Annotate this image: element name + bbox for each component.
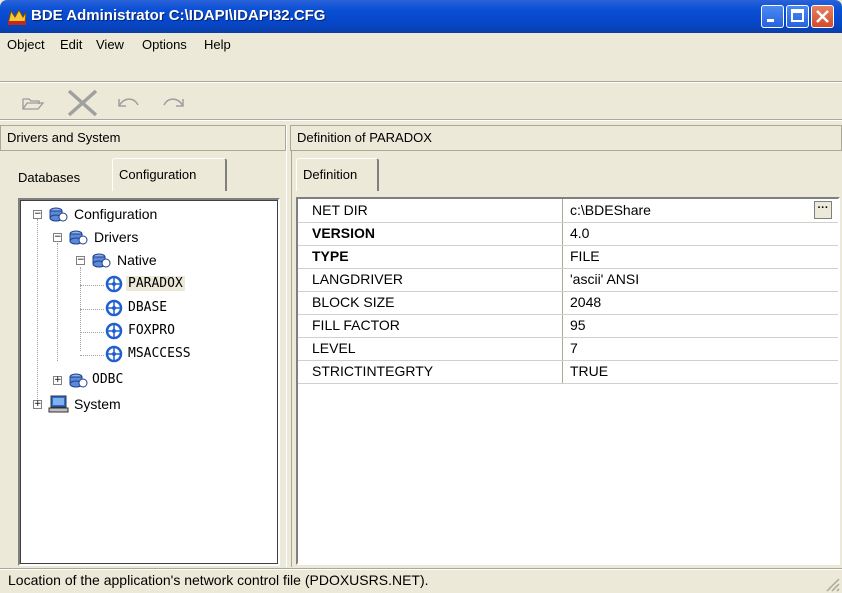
tree-label-paradox: PARADOX — [126, 276, 185, 291]
tree-label-configuration: Configuration — [74, 206, 158, 222]
driver-wheel-icon — [105, 275, 123, 293]
pane-splitter[interactable] — [286, 125, 292, 567]
tree-connector — [57, 243, 58, 361]
definition-grid: NET DIR c:\BDEShare ··· VERSION 4.0 TYPE… — [296, 197, 840, 565]
tab-configuration[interactable]: Configuration — [112, 158, 227, 191]
property-row[interactable]: STRICTINTEGRTY TRUE — [298, 360, 838, 383]
tree-label-dbase: DBASE — [128, 300, 168, 315]
collapse-icon[interactable]: − — [53, 233, 62, 242]
title-bar[interactable]: BDE Administrator C:\IDAPI\IDAPI32.CFG — [0, 0, 842, 33]
tab-definition-label: Definition — [303, 167, 358, 182]
database-config-icon — [49, 207, 68, 222]
property-name: STRICTINTEGRTY — [312, 363, 434, 379]
property-value[interactable]: TRUE — [570, 363, 608, 379]
minimize-icon — [767, 19, 774, 22]
toolbar-separator — [0, 119, 842, 121]
menu-bar: Object Edit View Options Help — [0, 33, 842, 57]
property-value[interactable]: 7 — [570, 340, 578, 356]
tree-label-native: Native — [117, 252, 157, 268]
property-value[interactable]: FILE — [570, 248, 600, 264]
tree-connector — [80, 285, 104, 286]
property-row[interactable]: VERSION 4.0 — [298, 222, 838, 245]
menu-help[interactable]: Help — [204, 37, 231, 52]
tree-label-msaccess: MSACCESS — [128, 346, 191, 361]
tree-connector — [80, 309, 104, 310]
tab-databases[interactable]: Databases — [12, 165, 112, 191]
property-name: VERSION — [312, 225, 376, 241]
menu-edit[interactable]: Edit — [60, 37, 82, 52]
property-value[interactable]: 'ascii' ANSI — [570, 271, 639, 287]
right-pane-header: Definition of PARADOX — [290, 125, 842, 151]
property-name: LANGDRIVER — [312, 271, 404, 287]
undo-icon[interactable] — [116, 94, 142, 112]
property-name: FILL FACTOR — [312, 317, 400, 333]
property-row[interactable]: LANGDRIVER 'ascii' ANSI — [298, 268, 838, 291]
tree-connector — [80, 355, 104, 356]
property-row[interactable]: BLOCK SIZE 2048 — [298, 291, 838, 314]
property-row[interactable]: TYPE FILE — [298, 245, 838, 268]
database-drivers-icon — [69, 230, 88, 245]
left-pane-header: Drivers and System — [0, 125, 286, 151]
menu-options[interactable]: Options — [142, 37, 187, 52]
status-text: Location of the application's network co… — [8, 572, 429, 588]
tab-databases-label: Databases — [18, 170, 81, 185]
property-value[interactable]: 4.0 — [570, 225, 589, 241]
tree-label-drivers: Drivers — [94, 229, 139, 245]
maximize-button[interactable] — [786, 5, 809, 28]
redo-icon[interactable] — [160, 94, 186, 112]
property-name: LEVEL — [312, 340, 356, 356]
left-pane-title: Drivers and System — [7, 130, 121, 145]
property-value-input[interactable]: c:\BDEShare — [570, 202, 651, 218]
driver-wheel-icon — [105, 299, 123, 317]
computer-system-icon — [48, 395, 69, 413]
expand-icon[interactable]: + — [33, 400, 42, 409]
status-bar: Location of the application's network co… — [0, 570, 842, 593]
driver-wheel-icon — [105, 345, 123, 363]
open-folder-icon[interactable] — [22, 95, 46, 111]
tab-definition[interactable]: Definition — [296, 158, 379, 191]
property-name: TYPE — [312, 248, 349, 264]
menu-view[interactable]: View — [96, 37, 124, 52]
property-name: NET DIR — [312, 202, 368, 218]
property-name: BLOCK SIZE — [312, 294, 395, 310]
collapse-icon[interactable]: − — [76, 256, 85, 265]
property-row[interactable]: NET DIR c:\BDEShare ··· — [298, 199, 838, 222]
tree-label-foxpro: FOXPRO — [128, 323, 175, 338]
property-row[interactable]: LEVEL 7 — [298, 337, 838, 360]
window-title: BDE Administrator C:\IDAPI\IDAPI32.CFG — [31, 7, 326, 24]
collapse-icon[interactable]: − — [33, 210, 42, 219]
property-value[interactable]: 95 — [570, 317, 586, 333]
property-value[interactable]: 2048 — [570, 294, 601, 310]
menu-separator — [0, 81, 842, 83]
property-row[interactable]: FILL FACTOR 95 — [298, 314, 838, 337]
bde-administrator-window: BDE Administrator C:\IDAPI\IDAPI32.CFG O… — [0, 0, 842, 593]
database-native-icon — [92, 253, 111, 268]
database-odbc-icon — [69, 373, 88, 388]
toolbar — [0, 84, 842, 118]
right-pane-title: Definition of PARADOX — [297, 130, 432, 145]
tree-label-odbc: ODBC — [92, 372, 124, 387]
tree-connector — [80, 332, 104, 333]
menu-object[interactable]: Object — [7, 37, 45, 52]
browse-ellipsis-button[interactable]: ··· — [814, 201, 832, 219]
tree-connector — [37, 219, 38, 409]
delete-x-icon[interactable] — [66, 88, 100, 118]
expand-icon[interactable]: + — [53, 376, 62, 385]
close-button[interactable] — [811, 5, 834, 28]
maximize-icon — [791, 9, 804, 22]
resize-grip-icon[interactable] — [824, 576, 840, 592]
tab-configuration-label: Configuration — [119, 167, 197, 182]
minimize-button[interactable] — [761, 5, 784, 28]
bde-app-icon — [7, 8, 27, 25]
configuration-tree[interactable]: − Configuration − Drivers − Native PARAD… — [18, 198, 280, 566]
row-divider — [298, 383, 838, 384]
driver-wheel-icon — [105, 322, 123, 340]
close-icon — [816, 10, 829, 23]
tree-label-system: System — [74, 396, 121, 412]
